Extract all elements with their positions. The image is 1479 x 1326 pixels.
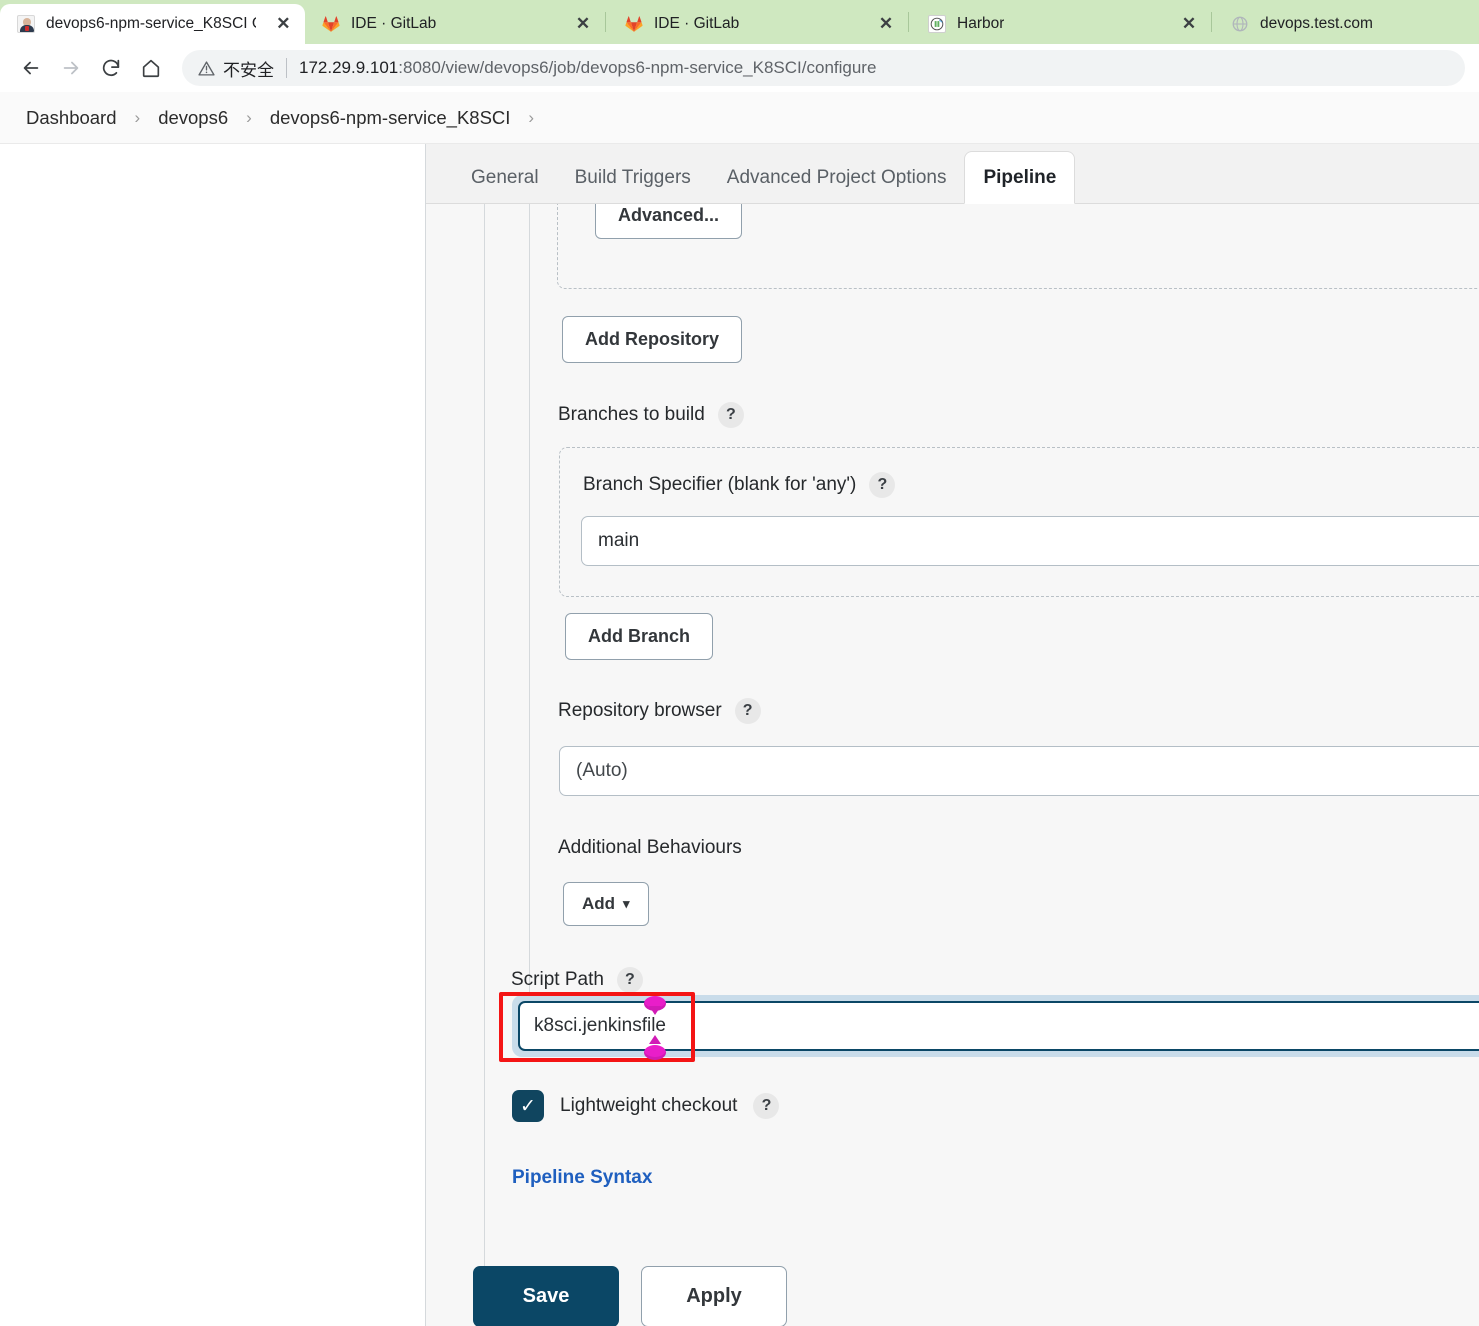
browser-tab-title: IDE · GitLab: [351, 15, 437, 32]
browser-tab-title: Harbor: [957, 15, 1005, 32]
branches-to-build-label: Branches to build ?: [558, 402, 744, 428]
repository-browser-select[interactable]: (Auto): [559, 746, 1479, 796]
repository-browser-label-text: Repository browser: [558, 700, 722, 721]
url-host: 172.29.9.101: [299, 58, 399, 77]
url-path: :8080/view/devops6/job/devops6-npm-servi…: [398, 58, 877, 77]
configure-panel: General Build Triggers Advanced Project …: [425, 144, 1479, 1326]
reload-icon[interactable]: [94, 51, 128, 85]
branch-specifier-input[interactable]: main: [581, 516, 1479, 566]
script-path-label: Script Path ?: [511, 967, 643, 993]
add-behaviour-label: Add: [582, 894, 616, 913]
browser-chrome: devops6-npm-service_K8SCI C ✕ IDE · GitL…: [0, 0, 1479, 92]
tab-divider: [908, 12, 909, 32]
browser-tab-title: devops.test.com: [1260, 15, 1373, 32]
branch-specifier-label: Branch Specifier (blank for 'any') ?: [583, 472, 896, 498]
additional-behaviours-label-text: Additional Behaviours: [558, 837, 742, 858]
browser-tab-title: devops6-npm-service_K8SCI C: [46, 15, 256, 32]
close-icon[interactable]: ✕: [272, 12, 295, 36]
close-icon[interactable]: ✕: [1177, 12, 1201, 36]
add-repository-button[interactable]: Add Repository: [562, 316, 743, 363]
branches-to-build-label-text: Branches to build: [558, 404, 705, 425]
section-rail-outer: [484, 204, 485, 1326]
pipeline-form: Advanced... Add Repository Branches to b…: [426, 204, 1479, 1326]
help-icon[interactable]: ?: [616, 967, 643, 993]
address-bar-url: 172.29.9.101:8080/view/devops6/job/devop…: [299, 58, 876, 78]
additional-behaviours-label: Additional Behaviours: [558, 837, 742, 859]
breadcrumb-item-devops6[interactable]: devops6: [154, 107, 232, 129]
chevron-down-icon: ▾: [623, 896, 630, 911]
address-bar[interactable]: 不安全 172.29.9.101:8080/view/devops6/job/d…: [182, 50, 1465, 86]
tab-pipeline[interactable]: Pipeline: [964, 151, 1076, 204]
tab-divider: [605, 12, 606, 32]
browser-tab-title: IDE · GitLab: [654, 15, 740, 32]
jenkins-favicon: [16, 14, 36, 34]
omnibox-divider: [286, 58, 287, 78]
chevron-right-icon: ›: [134, 107, 141, 127]
gitlab-favicon: [624, 14, 644, 34]
tab-advanced-project-options[interactable]: Advanced Project Options: [709, 168, 965, 203]
tab-general[interactable]: General: [453, 168, 557, 203]
selection-handle-top[interactable]: [644, 996, 666, 1018]
branch-specifier-label-text: Branch Specifier (blank for 'any'): [583, 474, 857, 495]
help-icon[interactable]: ?: [869, 472, 896, 498]
page-content: General Build Triggers Advanced Project …: [0, 144, 1479, 1326]
jenkins-page: Dashboard › devops6 › devops6-npm-servic…: [0, 92, 1479, 1326]
close-icon[interactable]: ✕: [874, 12, 898, 36]
back-icon[interactable]: [14, 51, 48, 85]
tab-divider: [1211, 12, 1212, 32]
forward-icon[interactable]: [54, 51, 88, 85]
breadcrumb-item-dashboard[interactable]: Dashboard: [22, 107, 121, 129]
advanced-button[interactable]: Advanced...: [595, 204, 743, 239]
repository-browser-label: Repository browser ?: [558, 698, 761, 724]
security-status-text: 不安全: [223, 60, 274, 80]
browser-tab-strip: devops6-npm-service_K8SCI C ✕ IDE · GitL…: [0, 0, 1479, 44]
lightweight-checkout-label: Lightweight checkout: [560, 1095, 738, 1116]
close-icon[interactable]: ✕: [571, 12, 595, 36]
harbor-favicon: [927, 14, 947, 34]
help-icon[interactable]: ?: [753, 1093, 780, 1119]
config-tab-bar: General Build Triggers Advanced Project …: [426, 144, 1479, 204]
chevron-right-icon: ›: [246, 107, 252, 127]
save-button[interactable]: Save: [473, 1266, 619, 1326]
selection-handle-bottom[interactable]: [644, 1035, 666, 1063]
help-icon[interactable]: ?: [717, 402, 744, 428]
pipeline-syntax-link[interactable]: Pipeline Syntax: [512, 1167, 652, 1189]
form-actions: Save Apply: [473, 1266, 787, 1326]
home-icon[interactable]: [134, 51, 168, 85]
add-behaviour-dropdown-button[interactable]: Add ▾: [563, 882, 649, 926]
lightweight-checkout-checkbox[interactable]: ✓: [512, 1090, 544, 1122]
browser-tab-gitlab-2[interactable]: IDE · GitLab ✕: [608, 4, 908, 44]
apply-button[interactable]: Apply: [641, 1266, 787, 1326]
browser-tab-gitlab-1[interactable]: IDE · GitLab ✕: [305, 4, 605, 44]
browser-tab-devops-test[interactable]: devops.test.com: [1214, 4, 1464, 44]
chevron-right-icon: ›: [528, 107, 535, 127]
breadcrumb: Dashboard › devops6 › devops6-npm-servic…: [0, 92, 1479, 144]
not-secure-icon: [198, 60, 215, 77]
help-icon[interactable]: ?: [734, 698, 761, 724]
browser-tab-jenkins[interactable]: devops6-npm-service_K8SCI C ✕: [0, 4, 305, 44]
globe-favicon: [1230, 14, 1250, 34]
add-branch-button[interactable]: Add Branch: [565, 613, 714, 660]
browser-tab-harbor[interactable]: Harbor ✕: [911, 4, 1211, 44]
gitlab-favicon: [321, 14, 341, 34]
lightweight-checkout-row: ✓ Lightweight checkout ?: [512, 1090, 780, 1122]
script-path-label-text: Script Path: [511, 969, 604, 990]
section-rail-inner: [529, 204, 530, 1024]
tab-build-triggers[interactable]: Build Triggers: [557, 168, 709, 203]
browser-toolbar: 不安全 172.29.9.101:8080/view/devops6/job/d…: [0, 44, 1479, 92]
breadcrumb-item-job[interactable]: devops6-npm-service_K8SCI: [266, 107, 515, 129]
